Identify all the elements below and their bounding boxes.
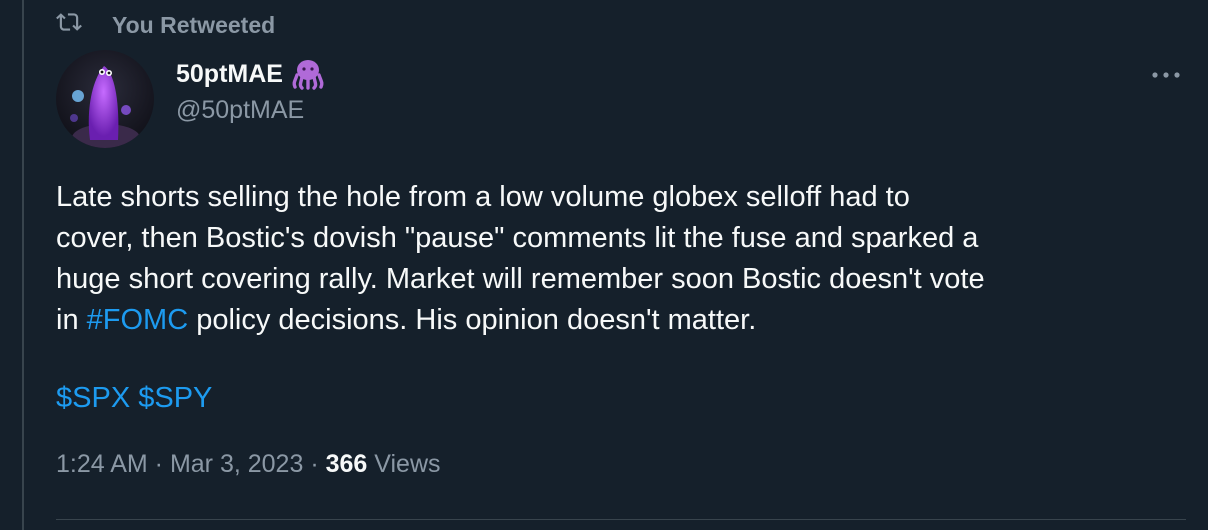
views-count: 366: [325, 450, 368, 478]
octopus-icon: [291, 57, 325, 91]
avatar[interactable]: [56, 50, 154, 148]
tweet-date[interactable]: Mar 3, 2023: [170, 450, 303, 479]
more-options-button[interactable]: [1146, 60, 1186, 90]
author-display-name[interactable]: 50ptMAE: [176, 60, 283, 89]
cashtag-link[interactable]: $SPY: [138, 382, 212, 414]
retweet-label: You Retweeted: [112, 11, 276, 38]
meta-separator: ·: [147, 450, 170, 478]
cashtag-link[interactable]: $SPX: [56, 382, 130, 414]
author-handle[interactable]: @50ptMAE: [176, 96, 325, 125]
author-name-row[interactable]: 50ptMAE: [176, 56, 325, 92]
tweet-column: You Retweeted 50ptMAE @50ptMAE Late shor…: [22, 0, 1208, 530]
cashtags-row: $SPX $SPY: [56, 378, 212, 419]
views-label: Views: [367, 450, 441, 478]
meta-separator: ·: [303, 450, 326, 478]
tweet-text: Late shorts selling the hole from a low …: [56, 177, 1196, 341]
retweet-indicator[interactable]: You Retweeted: [56, 10, 275, 40]
divider: [56, 519, 1186, 520]
tweet-meta: 1:24 AM · Mar 3, 2023 · 366 Views: [56, 450, 441, 479]
tweet-text-part: policy decisions. His opinion doesn't ma…: [188, 304, 757, 336]
retweet-icon: [56, 9, 112, 41]
tweet-time[interactable]: 1:24 AM: [56, 450, 148, 479]
hashtag-link[interactable]: #FOMC: [87, 304, 189, 336]
author-block: 50ptMAE @50ptMAE: [176, 56, 325, 125]
more-icon: [1151, 66, 1181, 84]
